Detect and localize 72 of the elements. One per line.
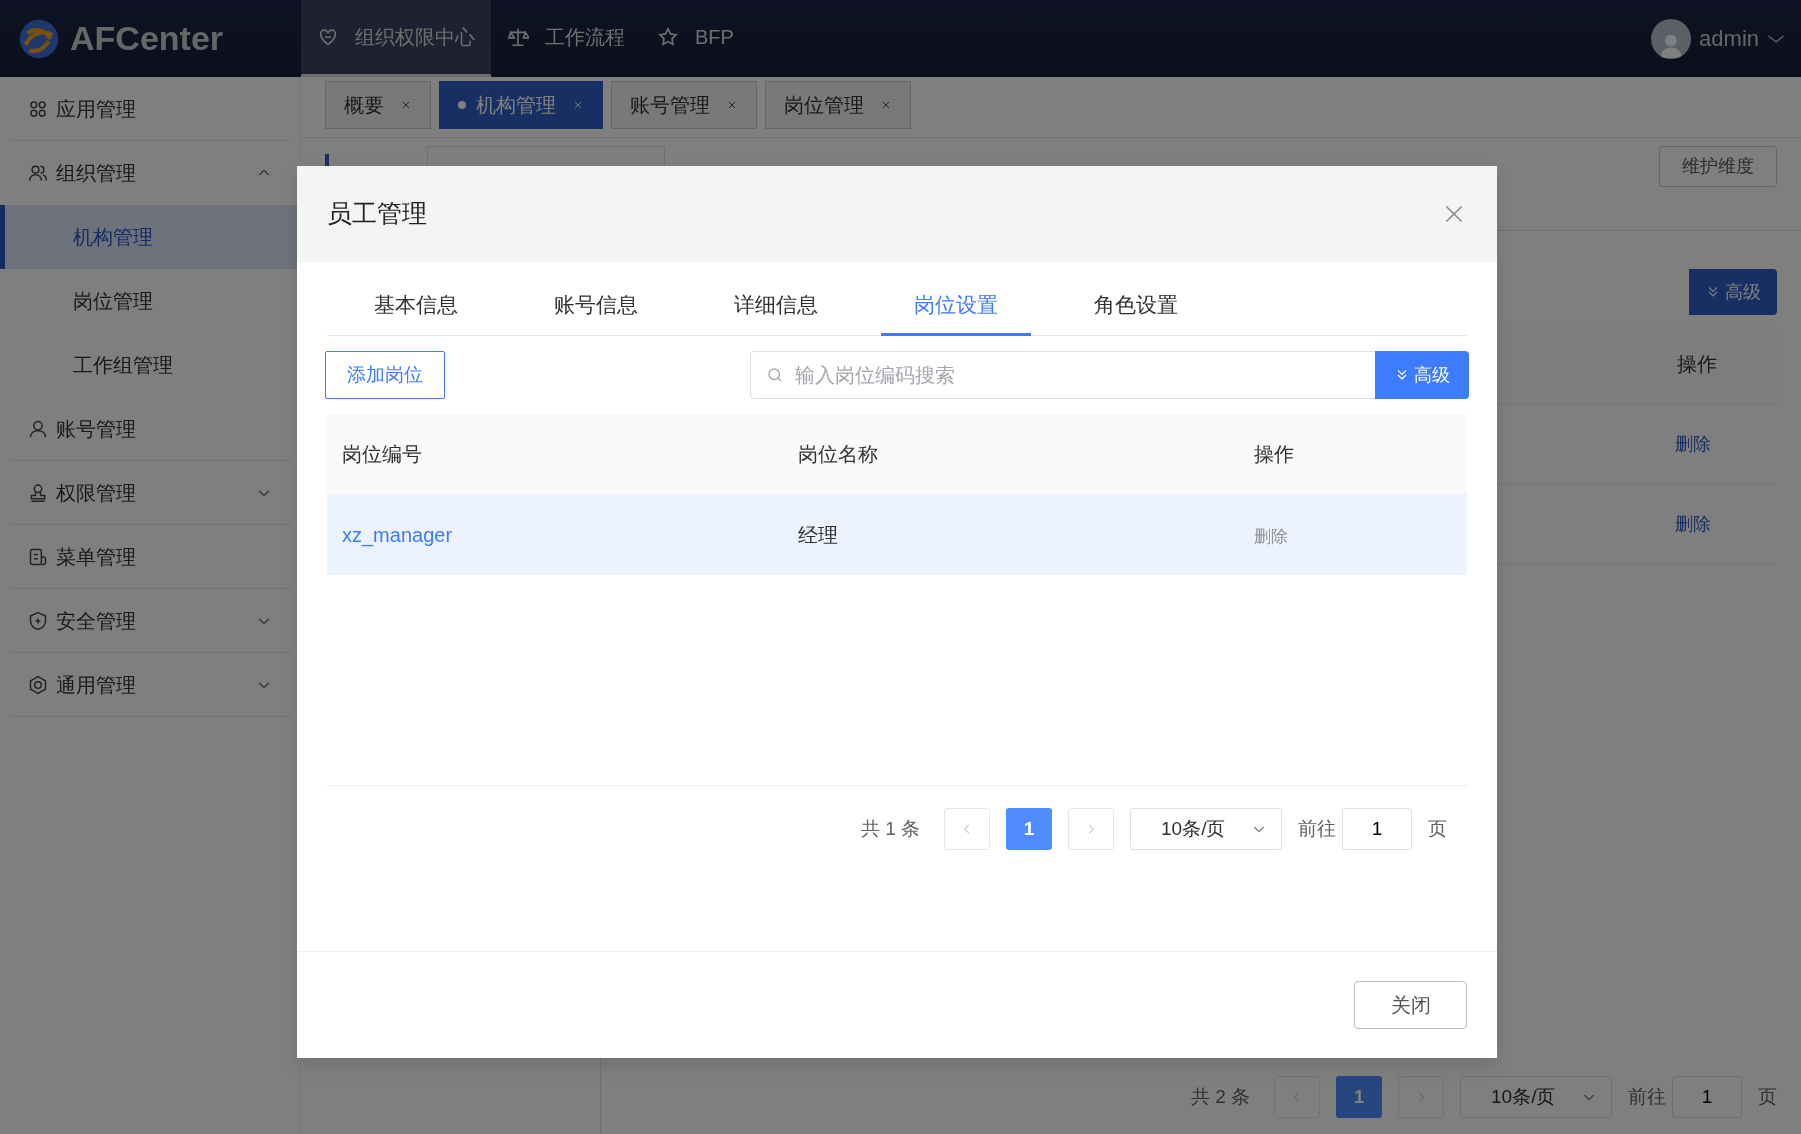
tab[interactable]: 基本信息 — [341, 262, 491, 336]
tab[interactable]: 角色设置 — [1061, 262, 1211, 336]
active-dot-icon — [458, 101, 466, 109]
page-number[interactable]: 1 — [1006, 808, 1052, 850]
page-tab[interactable]: 概要 — [325, 81, 431, 129]
delete-link[interactable]: 删除 — [1675, 511, 1711, 538]
sidebar-item[interactable]: 应用管理 — [10, 77, 290, 141]
position-name: 经理 — [798, 523, 838, 546]
add-position-button[interactable]: 添加岗位 — [325, 351, 445, 399]
close-icon — [880, 99, 892, 111]
avatar[interactable] — [1651, 18, 1692, 59]
user-name[interactable]: admin — [1699, 22, 1759, 55]
prev-page-button[interactable] — [1274, 1076, 1320, 1118]
users-icon — [28, 163, 48, 183]
nav-tab[interactable]: BFP — [641, 0, 750, 77]
caret-icon — [1767, 33, 1785, 44]
sidebar-item[interactable]: 菜单管理 — [10, 525, 290, 589]
tab[interactable]: 账号信息 — [521, 262, 671, 336]
close-icon — [726, 99, 738, 111]
close-icon — [572, 99, 584, 111]
nav-tab[interactable]: 组织权限中心 — [301, 0, 491, 77]
page-input[interactable]: 1 — [1672, 1076, 1742, 1118]
sidebar-item[interactable]: 通用管理 — [10, 653, 290, 717]
tab[interactable]: 岗位设置 — [881, 262, 1031, 336]
column-header: 岗位编号 — [341, 442, 423, 467]
grid-icon — [28, 98, 48, 119]
close-dialog-button[interactable]: 关闭 — [1354, 981, 1467, 1029]
sidebar-item[interactable]: 安全管理 — [10, 589, 290, 653]
page-input[interactable]: 1 — [1342, 808, 1412, 850]
page-number[interactable]: 1 — [1336, 1076, 1382, 1118]
advanced-button[interactable]: 高级 — [1375, 351, 1469, 399]
page-unit-label: 页 — [1428, 816, 1447, 841]
column-header: 操作 — [1677, 351, 1717, 377]
shield-icon — [28, 610, 48, 631]
column-header: 岗位名称 — [797, 442, 879, 467]
sidebar-item[interactable]: 权限管理 — [10, 461, 290, 525]
goto-label: 前往 — [1628, 1084, 1666, 1109]
user-icon — [28, 418, 48, 439]
page-size-select[interactable]: 10条/页 — [1460, 1076, 1612, 1118]
settings-icon — [28, 674, 48, 695]
scale-icon — [507, 26, 529, 48]
page-tab[interactable]: 账号管理 — [611, 81, 757, 129]
total-count: 共 2 条 — [1190, 1084, 1250, 1109]
goto-label: 前往 — [1298, 816, 1336, 841]
search-icon — [766, 366, 784, 384]
column-header: 操作 — [1253, 442, 1295, 467]
next-page-button[interactable] — [1398, 1076, 1444, 1118]
app-name: AFCenter — [70, 18, 224, 59]
search-field[interactable]: 输入岗位编码搜索 — [750, 351, 1375, 399]
total-count: 共 1 条 — [860, 816, 920, 841]
page-tab[interactable]: 岗位管理 — [765, 81, 911, 129]
sidebar-subitem[interactable]: 机构管理 — [0, 205, 300, 269]
page-tab[interactable]: 机构管理 — [439, 81, 603, 129]
document-icon — [28, 546, 48, 567]
page-size-select[interactable]: 10条/页 — [1130, 808, 1282, 850]
next-page-button[interactable] — [1068, 808, 1114, 850]
prev-page-button[interactable] — [944, 808, 990, 850]
delete-link[interactable]: 删除 — [1675, 431, 1711, 458]
sidebar-item[interactable]: 账号管理 — [10, 397, 290, 461]
page-unit-label: 页 — [1758, 1084, 1777, 1109]
sidebar-item[interactable]: 组织管理 — [10, 141, 290, 205]
star-icon — [657, 26, 679, 48]
heart-icon — [317, 26, 339, 48]
position-code-link[interactable]: xz_manager — [342, 523, 453, 546]
advanced-button[interactable]: 高级 — [1689, 269, 1777, 315]
nav-tab[interactable]: 工作流程 — [491, 0, 641, 77]
maintain-button[interactable]: 维护维度 — [1659, 146, 1777, 187]
dialog-title: 员工管理 — [327, 198, 427, 230]
stamp-icon — [28, 482, 48, 503]
close-icon — [400, 99, 412, 111]
table-row[interactable]: xz_manager 经理 删除 — [327, 494, 1467, 575]
tab[interactable]: 详细信息 — [701, 262, 851, 336]
